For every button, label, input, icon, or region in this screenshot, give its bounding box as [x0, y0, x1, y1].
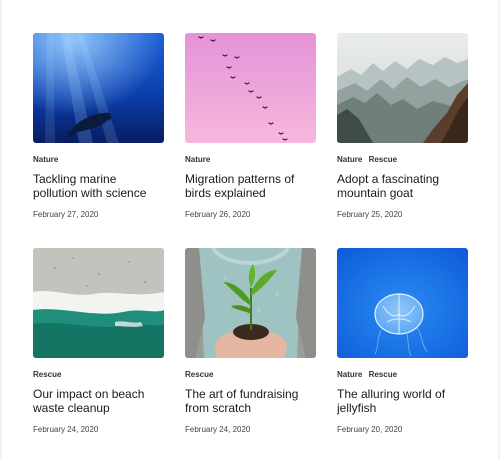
article-card-mountain-goat[interactable]: Nature Rescue Adopt a fascinating mounta… [337, 33, 468, 248]
article-card-beach-cleanup[interactable]: Rescue Our impact on beach waste cleanup… [33, 248, 164, 463]
left-edge-divider [0, 0, 2, 459]
article-title[interactable]: Tackling marine pollution with science [33, 172, 164, 200]
article-card-bird-migration[interactable]: Nature Migration patterns of birds expla… [185, 33, 316, 248]
article-title[interactable]: The alluring world of jellyfish [337, 387, 468, 415]
tag-label[interactable]: Nature [185, 155, 210, 164]
tag-label[interactable]: Rescue [185, 370, 213, 379]
tag-label[interactable]: Nature [337, 155, 362, 164]
tag-label[interactable]: Rescue [369, 155, 397, 164]
article-date: February 27, 2020 [33, 210, 99, 219]
article-title[interactable]: Our impact on beach waste cleanup [33, 387, 164, 415]
tag-label[interactable]: Rescue [33, 370, 61, 379]
article-date: February 24, 2020 [33, 425, 99, 434]
article-date: February 20, 2020 [337, 425, 403, 434]
article-grid: Nature Tackling marine pollution with sc… [33, 33, 468, 463]
article-date: February 24, 2020 [185, 425, 251, 434]
article-title[interactable]: The art of fundraising from scratch [185, 387, 316, 415]
jellyfish-blue-photo[interactable] [337, 248, 468, 358]
hands-holding-plant-photo[interactable] [185, 248, 316, 358]
card-tags: Nature [33, 154, 164, 166]
article-title[interactable]: Migration patterns of birds explained [185, 172, 316, 200]
card-tags: Nature Rescue [337, 154, 468, 166]
article-date: February 25, 2020 [337, 210, 403, 219]
card-tags: Rescue [185, 369, 316, 381]
mountain-ridges-photo[interactable] [337, 33, 468, 143]
tag-label[interactable]: Nature [33, 155, 58, 164]
card-tags: Rescue [33, 369, 164, 381]
article-card-fundraising[interactable]: Rescue The art of fundraising from scrat… [185, 248, 316, 463]
article-title[interactable]: Adopt a fascinating mountain goat [337, 172, 468, 200]
tag-label[interactable]: Nature [337, 370, 362, 379]
article-date: February 26, 2020 [185, 210, 251, 219]
card-tags: Nature Rescue [337, 369, 468, 381]
card-tags: Nature [185, 154, 316, 166]
article-card-marine-pollution[interactable]: Nature Tackling marine pollution with sc… [33, 33, 164, 248]
article-card-jellyfish[interactable]: Nature Rescue The alluring world of jell… [337, 248, 468, 463]
beach-waves-aerial-photo[interactable] [33, 248, 164, 358]
whale-underwater-photo[interactable] [33, 33, 164, 143]
birds-pink-sky-photo[interactable] [185, 33, 316, 143]
tag-label[interactable]: Rescue [369, 370, 397, 379]
